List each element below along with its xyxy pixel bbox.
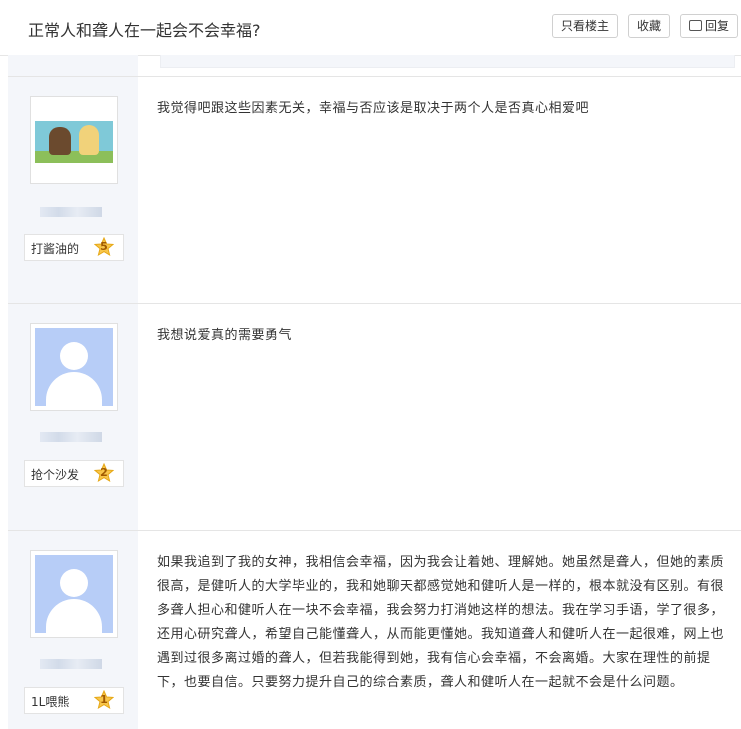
level-star-icon: 5 <box>94 237 114 257</box>
badge-title: 打酱油的 <box>31 242 80 256</box>
post-divider <box>8 303 741 304</box>
username-blurred[interactable] <box>40 659 102 669</box>
thread-title: 正常人和聋人在一起会不会幸福? <box>28 21 261 40</box>
thread-header: 正常人和聋人在一起会不会幸福? 只看楼主 收藏 回复 <box>0 0 741 56</box>
post-divider <box>8 76 741 77</box>
avatar[interactable] <box>30 550 118 638</box>
reply-button[interactable]: 回复 <box>680 14 738 38</box>
level-number: 5 <box>100 240 108 253</box>
reply-label: 回复 <box>704 19 729 33</box>
avatar[interactable] <box>30 323 118 411</box>
user-level-badge: 1L喂熊 1 <box>24 687 124 714</box>
avatar[interactable] <box>30 96 118 184</box>
badge-title: 1L喂熊 <box>31 695 70 709</box>
default-avatar-icon <box>35 555 113 633</box>
default-avatar-icon <box>35 328 113 406</box>
previous-post-footer <box>160 55 735 68</box>
level-star-icon: 2 <box>94 463 114 483</box>
level-number: 2 <box>100 466 108 479</box>
avatar-image <box>35 101 113 179</box>
post-divider <box>8 530 741 531</box>
post-content: 我觉得吧跟这些因素无关，幸福与否应该是取决于两个人是否真心相爱吧 <box>157 101 590 116</box>
username-blurred[interactable] <box>40 207 102 217</box>
level-star-icon: 1 <box>94 690 114 710</box>
favorite-button[interactable]: 收藏 <box>628 14 670 38</box>
comment-icon <box>688 20 702 31</box>
username-blurred[interactable] <box>40 432 102 442</box>
user-level-badge: 打酱油的 5 <box>24 234 124 261</box>
post-content: 我想说爱真的需要勇气 <box>157 328 293 343</box>
only-author-button[interactable]: 只看楼主 <box>552 14 618 38</box>
user-level-badge: 抢个沙发 2 <box>24 460 124 487</box>
badge-title: 抢个沙发 <box>31 468 80 482</box>
level-number: 1 <box>100 693 108 706</box>
post-content: 如果我追到了我的女神，我相信会幸福，因为我会让着她、理解她。她虽然是聋人，但她的… <box>157 555 725 690</box>
